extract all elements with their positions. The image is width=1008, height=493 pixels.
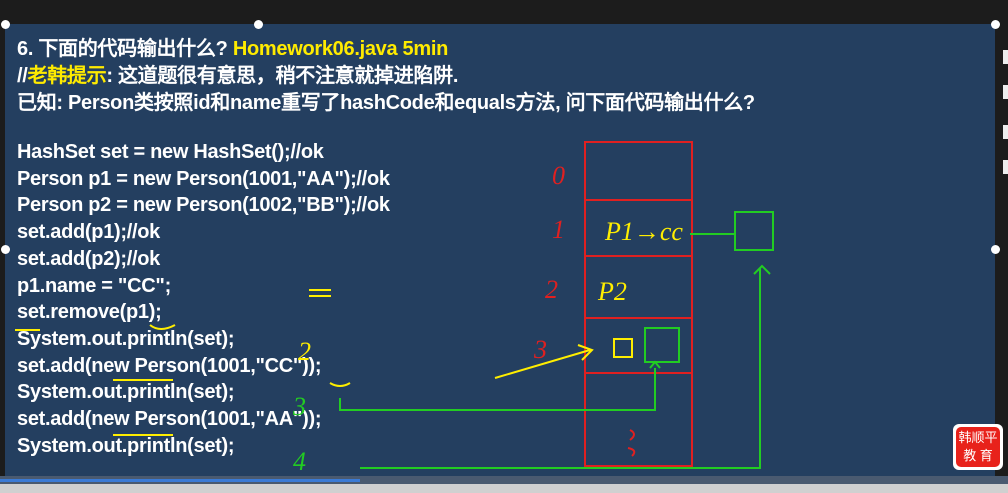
p1-cc-note: P1→cc (604, 217, 683, 246)
output-2-note: 3 (292, 392, 306, 421)
side-marker (1003, 125, 1008, 139)
index-2: 2 (545, 275, 558, 304)
logo: 韩顺平教 育 (953, 424, 1003, 470)
index-3: 3 (533, 335, 547, 364)
side-marker (1003, 160, 1008, 174)
bottom-strip (0, 484, 1008, 493)
resize-handle[interactable] (1, 20, 10, 29)
index-1: 1 (552, 215, 565, 244)
output-3-note: 4 (293, 447, 306, 476)
side-marker (1003, 85, 1008, 99)
logo-line2: 教 育 (963, 448, 993, 463)
side-marker (1003, 50, 1008, 64)
logo-line1: 韩顺平 (958, 430, 998, 445)
resize-handle[interactable] (991, 20, 1000, 29)
resize-handle[interactable] (254, 20, 263, 29)
output-1-note: 2 (298, 337, 311, 366)
index-0: 0 (552, 161, 565, 190)
progress-bar[interactable] (0, 479, 360, 482)
resize-handle[interactable] (991, 245, 1000, 254)
handwritten-annotations: 0 1 2 3 P1→cc P2 2 3 4 (15, 141, 774, 476)
p2-note: P2 (597, 277, 627, 306)
resize-handle[interactable] (1, 245, 10, 254)
